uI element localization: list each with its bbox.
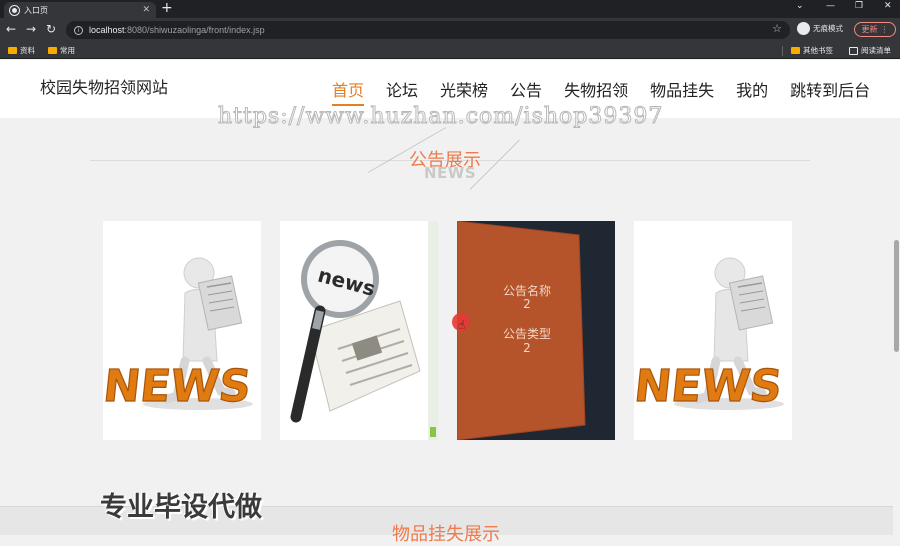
bookmark-label: 其他书签 — [803, 46, 833, 55]
bookmark-label: 常用 — [60, 46, 75, 55]
news-figure-image: NEWS — [103, 221, 261, 440]
close-icon[interactable]: ✕ — [142, 5, 150, 15]
bookmark-star-icon[interactable]: ☆ — [772, 23, 782, 35]
restore-icon[interactable]: ❐ — [855, 1, 863, 11]
new-tab-icon[interactable]: + — [161, 1, 173, 15]
page-scrollbar[interactable] — [893, 118, 900, 535]
forward-icon[interactable]: → — [26, 22, 36, 36]
folder-icon — [48, 47, 57, 54]
announcement-name-value: 2 — [523, 297, 531, 311]
promo-overlay-text: 专业毕设代做 — [100, 492, 262, 523]
reading-list[interactable]: 阅读清单 — [849, 45, 891, 56]
site-title[interactable]: 校园失物招领网站 — [40, 74, 168, 98]
announcement-card-hover[interactable]: 公告名称 2 公告类型 2 — [457, 221, 615, 440]
scrollbar-thumb[interactable] — [894, 240, 899, 352]
svg-text:NEWS: NEWS — [103, 361, 253, 412]
back-icon[interactable]: ← — [6, 22, 16, 36]
nav-forum[interactable]: 论坛 — [386, 77, 418, 106]
lost-items-title: 物品挂失展示 — [392, 524, 500, 545]
bookmark-folder[interactable]: 资料 — [8, 45, 35, 56]
bookmark-label: 资料 — [20, 46, 35, 55]
folder-icon — [8, 47, 17, 54]
announcements-subtitle: NEWS — [424, 164, 477, 182]
nav-item-loss-report[interactable]: 物品挂失 — [650, 77, 714, 106]
nav-honor-roll[interactable]: 光荣榜 — [440, 77, 488, 106]
news-figure-image: NEWS — [634, 221, 792, 440]
nav-admin-backend[interactable]: 跳转到后台 — [790, 77, 870, 106]
incognito-icon — [797, 22, 810, 35]
announcement-card[interactable]: news — [280, 221, 438, 440]
bookmark-folder[interactable]: 常用 — [48, 45, 75, 56]
browser-tab-bar: 入口页 ✕ + ⌄ — ❐ ✕ — [0, 0, 900, 18]
incognito-profile[interactable]: 无痕模式 — [797, 22, 843, 35]
announcement-name-label: 公告名称 — [502, 284, 551, 298]
info-icon[interactable]: i — [74, 25, 83, 35]
svg-text:NEWS: NEWS — [634, 361, 784, 412]
bookmark-separator — [782, 46, 783, 56]
browser-tab[interactable]: 入口页 ✕ — [4, 2, 156, 18]
announcement-card[interactable]: NEWS — [634, 221, 792, 440]
bookmarks-bar: 资料 常用 其他书签 阅读清单 — [0, 42, 900, 59]
globe-icon — [10, 5, 19, 15]
close-window-icon[interactable]: ✕ — [884, 1, 892, 11]
folder-icon — [791, 47, 800, 54]
reload-icon[interactable]: ↻ — [46, 22, 56, 36]
newspaper-magnifier-image: news — [280, 221, 438, 440]
minimize-icon[interactable]: — — [826, 1, 835, 11]
url-text: localhost:8080/shiwuzaolinga/front/index… — [89, 25, 265, 35]
tab-title: 入口页 — [24, 5, 48, 15]
announcement-type-value: 2 — [523, 341, 531, 355]
nav-mine[interactable]: 我的 — [736, 77, 768, 106]
reading-list-icon — [849, 46, 858, 55]
hand-pointer-icon: ☝ — [458, 318, 466, 332]
main-nav: 首页 论坛 光荣榜 公告 失物招领 物品挂失 我的 跳转到后台 — [332, 77, 870, 106]
update-label: 更新 — [861, 25, 878, 34]
more-menu-icon: ⋮ — [880, 25, 889, 34]
nav-announcements[interactable]: 公告 — [510, 77, 542, 106]
bookmark-label: 阅读清单 — [861, 46, 891, 55]
web-page: 校园失物招领网站 首页 论坛 光荣榜 公告 失物招领 物品挂失 我的 跳转到后台… — [0, 60, 900, 545]
announcement-type-label: 公告类型 — [502, 327, 551, 341]
watermark-url: https://www.huzhan.com/ishop39397 — [217, 104, 664, 130]
nav-lost-and-found[interactable]: 失物招领 — [564, 77, 628, 106]
tab-search-icon[interactable]: ⌄ — [796, 1, 804, 11]
update-button[interactable]: 更新 ⋮ — [854, 22, 896, 37]
other-bookmarks[interactable]: 其他书签 — [791, 45, 833, 56]
browser-toolbar: ← → ↻ i localhost:8080/shiwuzaolinga/fro… — [0, 18, 900, 42]
address-bar[interactable]: i localhost:8080/shiwuzaolinga/front/ind… — [66, 21, 790, 39]
profile-label: 无痕模式 — [813, 24, 843, 33]
nav-home[interactable]: 首页 — [332, 77, 365, 106]
announcement-card[interactable]: NEWS — [103, 221, 261, 440]
